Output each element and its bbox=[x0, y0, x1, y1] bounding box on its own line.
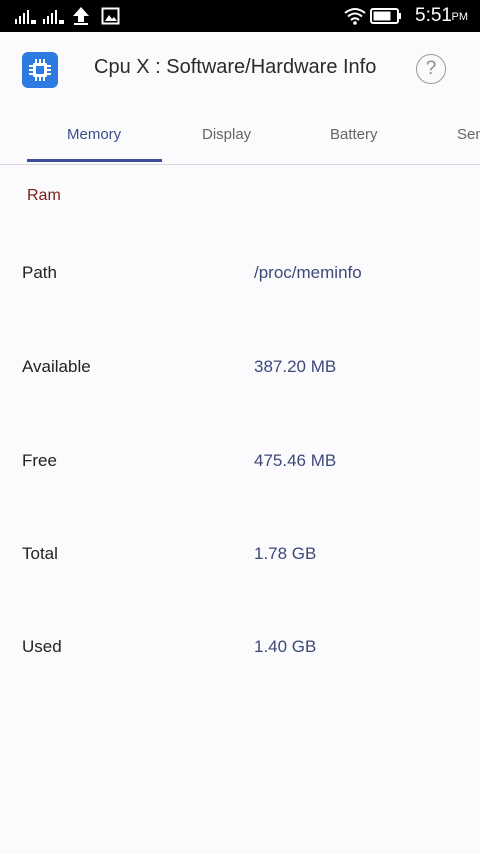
row-label-used: Used bbox=[22, 637, 62, 656]
row-label-available: Available bbox=[22, 357, 91, 376]
tab-bar: Memory Display Battery Sen bbox=[0, 106, 480, 165]
tab-battery[interactable]: Battery bbox=[330, 126, 378, 143]
signal-1-icon bbox=[15, 10, 36, 24]
image-icon bbox=[101, 7, 120, 25]
row-label-free: Free bbox=[22, 451, 57, 470]
active-tab-indicator bbox=[27, 159, 162, 162]
status-bar: 5:51 PM bbox=[0, 0, 480, 32]
upload-icon bbox=[73, 7, 89, 25]
row-value-available: 387.20 MB bbox=[254, 357, 337, 376]
tab-display[interactable]: Display bbox=[202, 126, 251, 143]
section-title-ram: Ram bbox=[27, 187, 61, 204]
app-bar: Cpu X : Software/Hardware Info ? bbox=[0, 32, 480, 106]
row-label-path: Path bbox=[22, 263, 57, 282]
tab-memory[interactable]: Memory bbox=[67, 126, 121, 143]
status-time: 5:51 bbox=[415, 5, 452, 26]
signal-2-icon bbox=[43, 10, 64, 24]
row-value-free: 475.46 MB bbox=[254, 451, 337, 470]
row-value-path: /proc/meminfo bbox=[254, 263, 362, 282]
row-value-total: 1.78 GB bbox=[254, 544, 317, 563]
row-value-used: 1.40 GB bbox=[254, 637, 317, 656]
wifi-icon bbox=[344, 8, 366, 25]
app-title: Cpu X : Software/Hardware Info bbox=[94, 56, 377, 78]
cpu-chip-icon bbox=[22, 52, 58, 88]
battery-icon bbox=[370, 8, 401, 24]
help-button[interactable]: ? bbox=[416, 54, 446, 84]
tab-sensors[interactable]: Sen bbox=[457, 126, 480, 143]
row-label-total: Total bbox=[22, 544, 58, 563]
status-ampm: PM bbox=[451, 11, 469, 23]
